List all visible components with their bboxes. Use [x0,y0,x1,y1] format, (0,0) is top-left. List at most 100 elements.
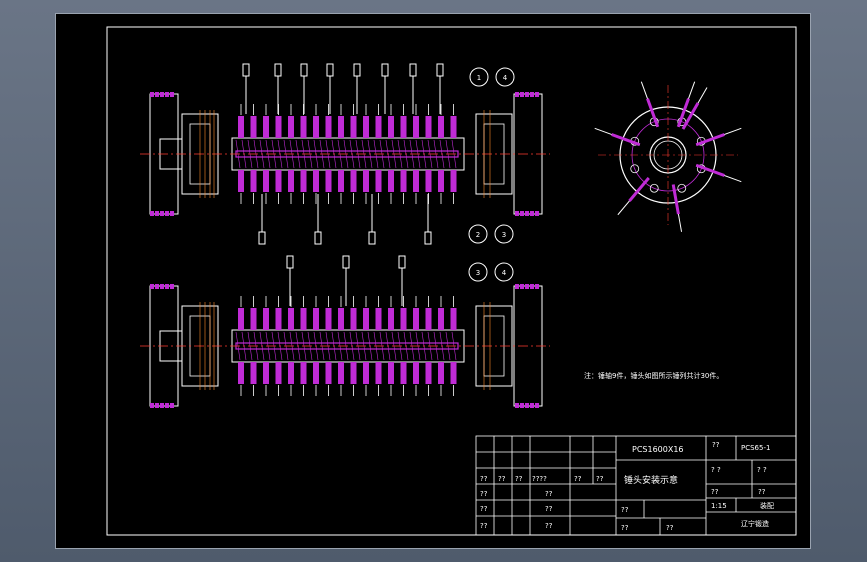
rotor-disc [288,116,294,138]
pulley-groove [165,284,169,289]
rotor-disc [388,116,394,138]
title-cell: ?? [480,490,488,498]
rotor-disc [363,170,369,192]
pulley-groove [165,92,169,97]
pulley-groove [535,284,539,289]
rotor-disc [388,170,394,192]
rotor-disc [300,362,307,384]
title-cell: ?? [498,475,506,483]
title-drawing-no: PCS65-1 [741,444,770,452]
rotor-disc [400,362,407,384]
assembly-note: 注：锤轴9件，锤头如图所示锤列共计30件。 [584,371,723,380]
pulley-groove [160,211,164,216]
rotor-disc [425,308,432,330]
rotor-disc [275,308,282,330]
title-cell: ?? [712,441,720,449]
pulley-groove [520,92,524,97]
marker-label: 1 [477,74,481,82]
rotor-disc [250,116,257,138]
title-cell: ?? [666,524,674,532]
rotor-disc [263,308,269,330]
pulley-groove [150,284,154,289]
rotor-disc [325,170,332,192]
pulley-groove [155,92,159,97]
marker-label: 4 [502,269,507,277]
drawing-canvas: 1 4 2 3 3 4 注：锤轴9件，锤头如图所示锤列共计30件。 PCS160… [106,26,797,536]
pulley-groove [150,92,154,97]
rotor-assembly-top [140,63,550,245]
pulley-groove [530,284,534,289]
pulley-groove [155,211,159,216]
pulley-groove [535,403,539,408]
title-cell: ???? [532,475,547,483]
rotor-disc [263,362,269,384]
marker-label: 4 [503,74,508,82]
hammer-head [381,63,389,77]
rotor-disc [238,308,244,330]
rotor-disc [238,116,244,138]
pulley-groove [170,284,174,289]
pulley-groove [525,211,529,216]
rotor-disc [275,362,282,384]
rotor-disc [438,308,444,330]
pulley-groove [150,211,154,216]
rotor-disc [363,362,369,384]
title-cell: ?? [480,522,488,530]
rotor-disc [338,308,344,330]
title-cell: ? ? [757,466,767,474]
pulley-groove [155,284,159,289]
pulley-groove [525,403,529,408]
rotor-disc [350,362,357,384]
title-company: 辽宁锻造 [741,519,769,528]
pulley-groove [150,403,154,408]
rotor-disc [338,362,344,384]
title-cell: ?? [480,505,488,513]
rotor-end-view [594,81,742,232]
title-cell: ?? [545,522,553,530]
marker-label: 3 [476,269,480,277]
rotor-disc [413,170,419,192]
rotor-disc [413,362,419,384]
pulley-groove [530,92,534,97]
rotor-disc [400,308,407,330]
rotor-disc [313,362,319,384]
rotor-disc [325,308,332,330]
hammer-head [286,255,294,269]
hammer-head [274,63,282,77]
rotor-disc [450,362,457,384]
rotor-disc [375,308,382,330]
rotor-disc [400,170,407,192]
title-cell: ?? [596,475,604,483]
pulley-groove [520,403,524,408]
rotor-disc [363,116,369,138]
rotor-disc [388,362,394,384]
rotor-disc [350,116,357,138]
rotor-disc [325,116,332,138]
pulley-groove [535,92,539,97]
pulley-groove [160,92,164,97]
pulley-groove [170,403,174,408]
rotor-disc [288,170,294,192]
rotor-disc [238,362,244,384]
rotor-disc [250,170,257,192]
rotor-disc [400,116,407,138]
title-cell: ?? [480,475,488,483]
rotor-disc [238,170,244,192]
cad-viewport[interactable]: 1 4 2 3 3 4 注：锤轴9件，锤头如图所示锤列共计30件。 PCS160… [0,0,867,562]
rotor-disc [313,170,319,192]
title-cell: ?? [515,475,523,483]
title-cell: ?? [758,488,766,496]
title-cell: ?? [711,488,719,496]
pulley-groove [520,211,524,216]
rotor-disc [300,116,307,138]
title-cell: ?? [574,475,582,483]
pulley-groove [525,284,529,289]
rotor-disc [288,362,294,384]
title-scale: 1:15 [711,502,727,510]
rotor-disc [363,308,369,330]
hammer-head [424,231,432,245]
rotor-disc [413,116,419,138]
hammer-head [398,255,406,269]
rotor-disc [263,170,269,192]
title-cell: ?? [545,490,553,498]
